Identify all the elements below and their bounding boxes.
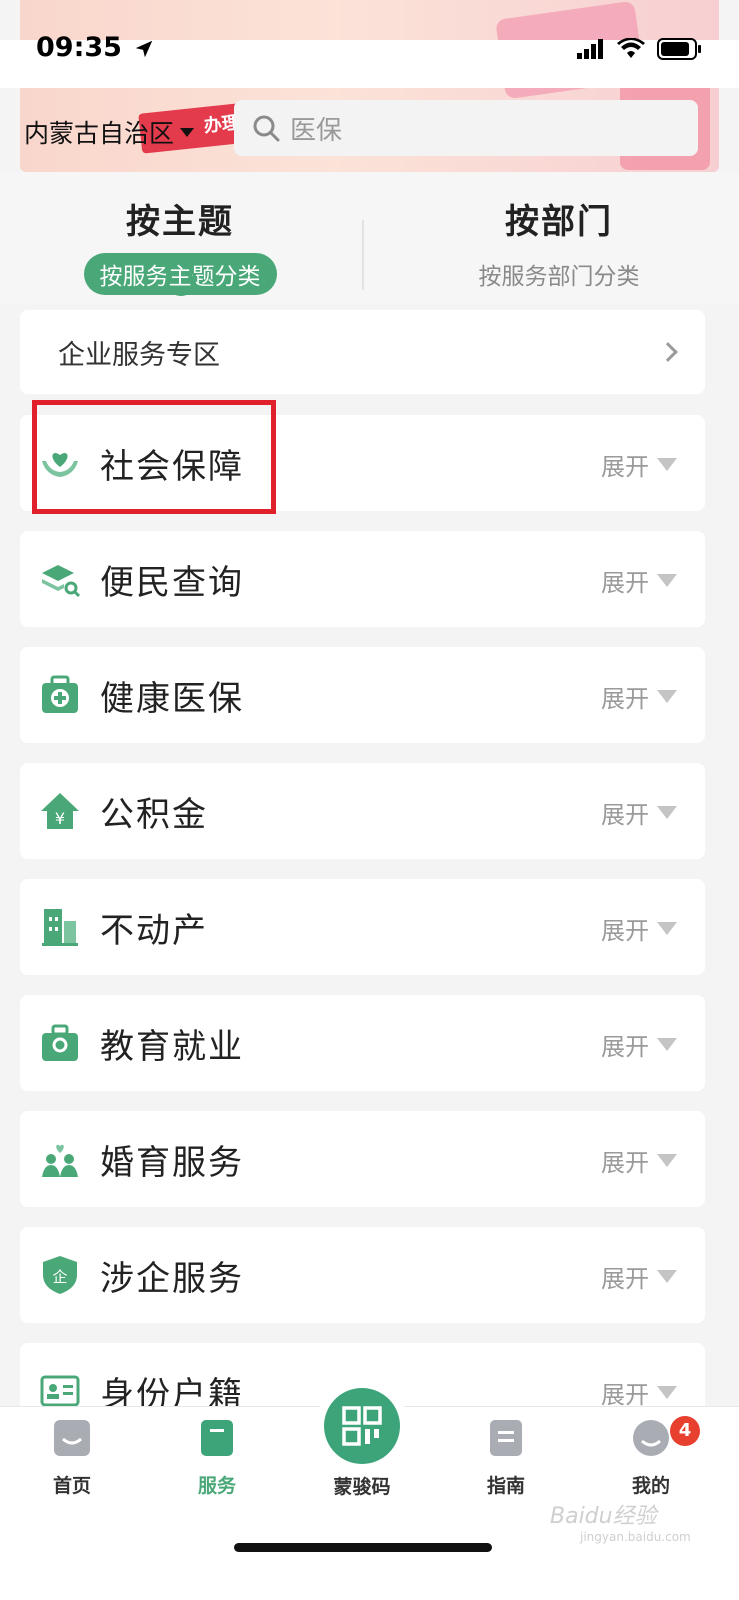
- search-placeholder: 医保: [290, 115, 343, 146]
- svg-text:¥: ¥: [55, 809, 65, 828]
- bookmark-icon: [201, 1420, 233, 1456]
- home-icon: [54, 1420, 90, 1456]
- expand-toggle[interactable]: 展开: [601, 911, 677, 946]
- category-name: 公积金: [100, 795, 208, 835]
- expand-label: 展开: [601, 685, 649, 713]
- triangle-down-icon: [657, 690, 677, 703]
- expand-label: 展开: [601, 1381, 649, 1409]
- category-name: 涉企服务: [100, 1259, 244, 1299]
- category-item-housing-fund[interactable]: ¥ 公积金 展开: [20, 763, 705, 859]
- status-time: 09:35: [36, 32, 122, 63]
- category-name: 教育就业: [100, 1027, 244, 1067]
- category-name: 健康医保: [100, 679, 244, 719]
- enterprise-zone-row[interactable]: 企业服务专区: [20, 310, 705, 394]
- category-item-enterprise-services[interactable]: 企 涉企服务 展开: [20, 1227, 705, 1323]
- house-yuan-icon: ¥: [41, 793, 79, 829]
- expand-toggle[interactable]: 展开: [601, 563, 677, 598]
- chevron-right-icon: [658, 342, 678, 362]
- category-item-marriage-birth[interactable]: 婚育服务 展开: [20, 1111, 705, 1207]
- profile-icon: [633, 1420, 669, 1456]
- shield-enterprise-icon: 企: [43, 1256, 77, 1294]
- nav-item-service[interactable]: 服务: [167, 1419, 267, 1498]
- annotation-highlight-box: [32, 400, 276, 514]
- expand-toggle[interactable]: 展开: [601, 1027, 677, 1062]
- expand-label: 展开: [601, 453, 649, 481]
- triangle-down-icon: [657, 1270, 677, 1283]
- category-name: 便民查询: [100, 563, 244, 603]
- category-name: 不动产: [100, 911, 208, 951]
- stack-search-icon: [42, 565, 80, 598]
- nav-item-home[interactable]: 首页: [22, 1419, 122, 1498]
- triangle-down-icon: [657, 1038, 677, 1051]
- expand-label: 展开: [601, 1033, 649, 1061]
- tab-title: 按主题: [126, 202, 234, 242]
- svg-text:企: 企: [52, 1268, 67, 1286]
- region-label: 内蒙古自治区: [24, 119, 175, 148]
- region-selector[interactable]: 内蒙古自治区: [24, 114, 195, 150]
- tab-subtitle: 按服务部门分类: [478, 264, 640, 290]
- expand-toggle[interactable]: 展开: [601, 447, 677, 482]
- expand-label: 展开: [601, 569, 649, 597]
- expand-label: 展开: [601, 1149, 649, 1177]
- building-icon: [42, 909, 78, 946]
- family-icon: [42, 1144, 78, 1177]
- nav-label: 指南: [486, 1475, 525, 1497]
- triangle-down-icon: [657, 1154, 677, 1167]
- location-arrow-icon: [135, 40, 153, 58]
- battery-icon: [657, 38, 701, 60]
- triangle-down-icon: [657, 574, 677, 587]
- status-icons: [577, 38, 703, 60]
- category-item-education-employment[interactable]: 教育就业 展开: [20, 995, 705, 1091]
- triangle-down-icon: [657, 1386, 677, 1399]
- enterprise-zone-label: 企业服务专区: [58, 339, 220, 371]
- category-item-real-estate[interactable]: 不动产 展开: [20, 879, 705, 975]
- category-name: 婚育服务: [100, 1143, 244, 1183]
- watermark-brand: Baidu经验: [550, 1504, 657, 1529]
- nav-label: 服务: [197, 1475, 236, 1497]
- triangle-down-icon: [657, 458, 677, 471]
- expand-toggle[interactable]: 展开: [601, 795, 677, 830]
- briefcase-icon: [42, 1024, 78, 1061]
- notification-badge: 4: [670, 1416, 700, 1446]
- expand-toggle[interactable]: 展开: [601, 1259, 677, 1294]
- search-input[interactable]: 医保: [234, 100, 698, 156]
- nav-label: 我的: [631, 1475, 670, 1497]
- medical-kit-icon: [42, 675, 78, 713]
- search-icon: [253, 115, 280, 142]
- tab-title: 按部门: [505, 202, 613, 242]
- category-tabs: 按主题 按服务主题分类 按部门 按服务部门分类: [0, 172, 739, 304]
- watermark-url: jingyan.baidu.com: [580, 1530, 691, 1544]
- home-indicator[interactable]: [234, 1543, 492, 1552]
- category-item-health-insurance[interactable]: 健康医保 展开: [20, 647, 705, 743]
- wifi-icon: [617, 38, 645, 58]
- tab-divider: [362, 220, 364, 290]
- expand-toggle[interactable]: 展开: [601, 1143, 677, 1178]
- qr-code-button[interactable]: [324, 1388, 400, 1464]
- nav-label: 首页: [52, 1475, 91, 1497]
- id-card-icon: [40, 1375, 80, 1407]
- expand-label: 展开: [601, 917, 649, 945]
- expand-label: 展开: [601, 801, 649, 829]
- expand-label: 展开: [601, 1265, 649, 1293]
- qr-code-icon: [342, 1406, 382, 1446]
- document-icon: [490, 1420, 522, 1456]
- caret-down-icon: [180, 127, 195, 137]
- signal-icon: [577, 39, 603, 59]
- triangle-down-icon: [657, 806, 677, 819]
- expand-toggle[interactable]: 展开: [601, 1375, 677, 1410]
- status-bar: 09:35: [0, 32, 739, 88]
- category-item-public-query[interactable]: 便民查询 展开: [20, 531, 705, 627]
- nav-item-guide[interactable]: 指南: [456, 1419, 556, 1498]
- watermark: Baidu经验 jingyan.baidu.com: [550, 1498, 691, 1544]
- qr-code-label: 蒙骏码: [333, 1476, 391, 1498]
- expand-toggle[interactable]: 展开: [601, 679, 677, 714]
- tab-by-department[interactable]: 按部门 按服务部门分类: [379, 194, 739, 295]
- triangle-down-icon: [657, 922, 677, 935]
